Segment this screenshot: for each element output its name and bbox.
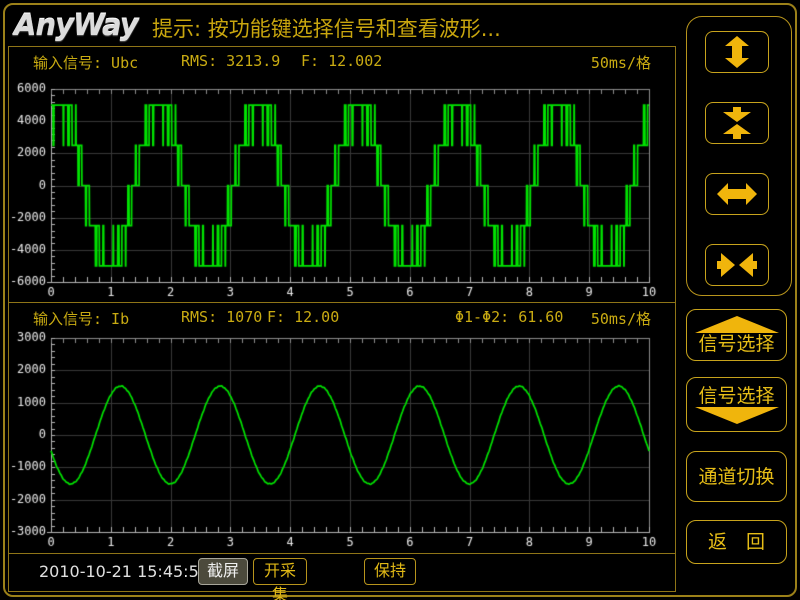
ubc-chart-header: 输入信号: Ubc RMS: 3213.9 F: 12.002 50ms/格: [9, 47, 675, 73]
datetime-text: 2010-10-21 15:45:51: [39, 562, 209, 581]
signal-select-down-button[interactable]: 信号选择: [686, 377, 787, 432]
ib-timebase-label: 50ms/格: [591, 308, 651, 329]
ubc-chart-panel: 输入信号: Ubc RMS: 3213.9 F: 12.002 50ms/格: [9, 47, 675, 303]
display-panel: 输入信号: Ubc RMS: 3213.9 F: 12.002 50ms/格 输…: [8, 46, 676, 592]
expand-vertical-icon: [717, 36, 757, 68]
screenshot-button[interactable]: 截屏: [198, 558, 248, 585]
ubc-timebase-label: 50ms/格: [591, 52, 651, 73]
triangle-up-icon: [695, 316, 779, 333]
ib-waveform-canvas: [9, 329, 675, 554]
channel-switch-button[interactable]: 通道切换: [686, 451, 787, 502]
phase-difference-value: Φ1-Φ2: 61.60: [455, 308, 563, 326]
zoom-button-group: [686, 16, 792, 296]
ubc-waveform-canvas: [9, 73, 675, 303]
triangle-down-icon: [695, 407, 779, 424]
signal-select-up-button[interactable]: 信号选择: [686, 309, 787, 361]
ubc-signal-label: 输入信号: Ubc: [33, 52, 138, 73]
collapse-vertical-button[interactable]: [705, 102, 769, 144]
expand-vertical-button[interactable]: [705, 31, 769, 73]
ib-signal-label: 输入信号: Ib: [33, 308, 129, 329]
ubc-rms-value: RMS: 3213.9: [181, 52, 280, 70]
collapse-horizontal-button[interactable]: [705, 244, 769, 286]
signal-select-up-label: 信号选择: [698, 333, 774, 355]
start-capture-button[interactable]: 开采集: [253, 558, 307, 585]
analyzer-screen: AnyWay 提示: 按功能键选择信号和查看波形... 输入信号: Ubc RM…: [0, 0, 800, 600]
hint-text: 提示: 按功能键选择信号和查看波形...: [152, 13, 501, 43]
return-button[interactable]: 返 回: [686, 520, 787, 564]
ib-chart-panel: 输入信号: Ib RMS: 1070 F: 12.00 Φ1-Φ2: 61.60…: [9, 303, 675, 554]
return-label: 返 回: [708, 531, 765, 553]
expand-horizontal-icon: [717, 178, 757, 210]
ubc-frequency-value: F: 12.002: [301, 52, 382, 70]
ib-rms-value: RMS: 1070: [181, 308, 262, 326]
expand-horizontal-button[interactable]: [705, 173, 769, 215]
signal-select-down-label: 信号选择: [698, 385, 774, 407]
ib-frequency-value: F: 12.00: [267, 308, 339, 326]
hold-button[interactable]: 保持: [364, 558, 416, 585]
status-bar: 2010-10-21 15:45:51 截屏 开采集 保持: [9, 554, 675, 591]
ib-chart-header: 输入信号: Ib RMS: 1070 F: 12.00 Φ1-Φ2: 61.60…: [9, 303, 675, 329]
collapse-vertical-icon: [717, 107, 757, 139]
channel-switch-label: 通道切换: [698, 466, 774, 488]
anyway-logo: AnyWay: [14, 7, 138, 43]
collapse-horizontal-icon: [717, 249, 757, 281]
